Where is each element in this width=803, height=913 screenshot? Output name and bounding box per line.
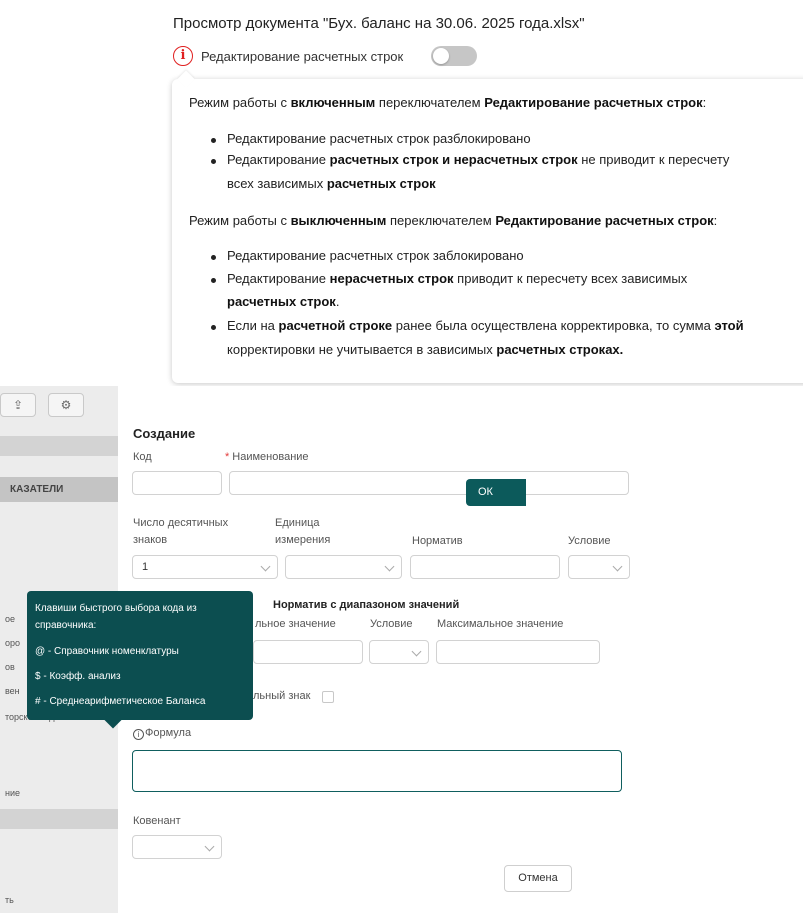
sidebar-item[interactable]: вен	[5, 686, 20, 696]
sidebar-item[interactable]: ние	[5, 788, 20, 798]
mode-off-bullet-3-cont: корректировки не учитывается в зависимых…	[227, 342, 624, 357]
toolbar-button[interactable]: ⚙	[48, 393, 84, 417]
tooltip-item: $ - Коэфф. анализ	[35, 671, 121, 682]
background-right	[613, 386, 803, 913]
chevron-down-icon	[612, 561, 623, 572]
edit-calc-rows-switch[interactable]	[431, 46, 478, 66]
sidebar-item[interactable]: ть	[5, 895, 14, 905]
code-label: Код	[133, 451, 152, 463]
dialog-title: Создание	[133, 426, 196, 441]
sidebar-band	[0, 809, 118, 829]
formula-input[interactable]	[132, 750, 622, 792]
decimals-select[interactable]: 1	[132, 555, 278, 579]
mode-on-bullet-2: Редактирование расчетных строк и нерасче…	[227, 152, 730, 167]
toolbar-button[interactable]: ⇪	[0, 393, 36, 417]
range-condition-label: Условие	[370, 618, 413, 630]
range-section-title: Норматив с диапазоном значений	[273, 599, 460, 611]
popover-caret	[177, 70, 195, 88]
min-value-label: льное значение	[255, 618, 336, 630]
normative-input[interactable]	[410, 555, 560, 579]
chevron-down-icon	[384, 561, 395, 572]
bullet-dot	[211, 138, 216, 143]
sidebar-section-header: КАЗАТЕЛИ	[0, 477, 118, 502]
tooltip-item: # - Среднеарифметическое Баланса	[35, 696, 206, 707]
formula-label: i Формула	[133, 725, 191, 742]
sign-checkbox[interactable]	[322, 691, 334, 703]
sidebar-item[interactable]: ов	[5, 662, 15, 672]
bullet-dot	[211, 255, 216, 260]
max-value-label: Максимальное значение	[437, 618, 564, 630]
decimals-label: Число десятичных знаков	[133, 517, 229, 546]
unit-select[interactable]	[285, 555, 402, 579]
mode-on-bullet-2-cont: всех зависимых расчетных строк	[227, 176, 436, 191]
name-label: * Наименование	[225, 451, 309, 463]
covenant-select[interactable]	[132, 835, 222, 859]
switch-knob	[433, 48, 450, 64]
condition-label: Условие	[568, 535, 611, 547]
screenshot-root: Просмотр документа "Бух. баланс на 30.06…	[0, 0, 803, 913]
cancel-button[interactable]: Отмена	[504, 865, 572, 892]
formula-info-icon[interactable]: i	[133, 729, 144, 740]
toggle-label: Редактирование расчетных строк	[201, 48, 404, 64]
mode-on-bullet-1: Редактирование расчетных строк разблокир…	[227, 131, 531, 146]
max-value-input[interactable]	[436, 640, 600, 664]
chevron-down-icon	[204, 841, 215, 852]
normative-label: Норматив	[412, 535, 463, 547]
ok-button[interactable]: ОК	[466, 479, 526, 506]
tooltip-item: @ - Справочник номенклатуры	[35, 646, 179, 657]
mode-on-intro: Режим работы с включенным переключателем…	[189, 95, 707, 110]
hotkeys-tooltip: Клавиши быстрого выбора кода из справочн…	[27, 591, 253, 729]
mode-off-bullet-3: Если на расчетной строке ранее была осущ…	[227, 318, 744, 333]
range-condition-select[interactable]	[369, 640, 429, 664]
info-icon[interactable]: i	[173, 46, 193, 66]
unit-label: Единица измерения	[275, 517, 331, 546]
chevron-down-icon	[411, 646, 422, 657]
sign-checkbox-label: льный знак	[253, 690, 311, 702]
required-marker: *	[225, 451, 230, 463]
code-input[interactable]	[132, 471, 222, 495]
bullet-dot	[211, 278, 216, 283]
name-input[interactable]	[229, 471, 629, 495]
tooltip-title: Клавиши быстрого выбора кода из	[35, 603, 197, 614]
sidebar-item[interactable]: оро	[5, 638, 20, 648]
bullet-dot	[211, 159, 216, 164]
covenant-label: Ковенант	[133, 815, 181, 827]
mode-off-bullet-1: Редактирование расчетных строк заблокиро…	[227, 248, 524, 263]
mode-off-intro: Режим работы с выключенным переключателе…	[189, 213, 718, 228]
condition-select[interactable]	[568, 555, 630, 579]
sidebar-item[interactable]: ое	[5, 614, 15, 624]
mode-off-bullet-2: Редактирование нерасчетных строк приводи…	[227, 271, 688, 286]
chevron-down-icon	[260, 561, 271, 572]
sidebar-band	[0, 436, 118, 456]
bullet-dot	[211, 325, 216, 330]
document-preview-title: Просмотр документа "Бух. баланс на 30.06…	[173, 15, 585, 32]
min-value-input[interactable]	[253, 640, 363, 664]
mode-off-bullet-2-cont: расчетных строк.	[227, 294, 340, 309]
info-popover: Режим работы с включенным переключателем…	[172, 70, 803, 383]
edit-calc-rows-toggle-row: i Редактирование расчетных строк	[173, 45, 478, 67]
tooltip-title-cont: справочника:	[35, 620, 97, 631]
